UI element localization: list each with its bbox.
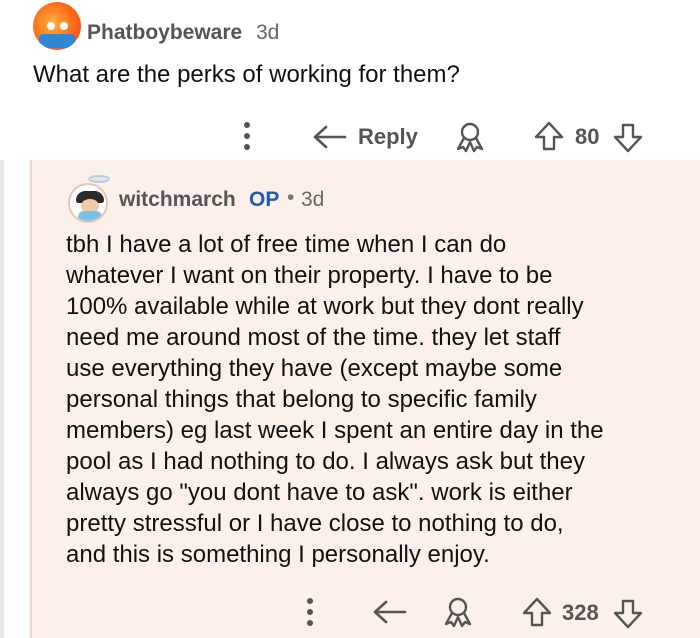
reply-text-line: need me around most of the time. they le… — [66, 324, 561, 351]
girl-avatar-icon[interactable] — [66, 175, 110, 225]
reply-arrow-icon[interactable] — [372, 599, 408, 625]
reply-text-line: 100% available while at work but they do… — [66, 293, 584, 320]
fire-mascot-avatar-icon[interactable] — [33, 2, 81, 50]
reply-arrow-icon[interactable] — [312, 124, 348, 150]
parent-username[interactable]: Phatboybeware — [87, 21, 242, 45]
parent-comment: Phatboybeware 3d What are the perks of w… — [0, 0, 700, 160]
thread-line[interactable] — [0, 160, 4, 638]
reply-text-line: tbh I have a lot of free time when I can… — [66, 231, 507, 258]
reply-text-line: use everything they have (except maybe s… — [66, 355, 563, 382]
reply-text-line: members) eg last week I spent an entire … — [66, 417, 604, 444]
reply-text-line: pool as I had nothing to do. I always as… — [66, 448, 585, 475]
op-badge: OP — [249, 188, 280, 211]
upvote-icon[interactable] — [533, 120, 565, 152]
reply-text-line: always go "you dont have to ask". work i… — [66, 479, 573, 506]
meta-separator: • — [287, 186, 295, 209]
more-options-icon[interactable] — [243, 122, 251, 152]
reply-comment-text: tbh I have a lot of free time when I can… — [66, 229, 686, 570]
award-icon[interactable] — [440, 596, 476, 628]
parent-score: 80 — [575, 124, 600, 149]
reply-username[interactable]: witchmarch — [119, 188, 236, 212]
more-options-icon[interactable] — [306, 598, 314, 628]
upvote-icon[interactable] — [521, 596, 553, 628]
reply-text-line: pretty stressful or I have close to noth… — [66, 510, 564, 537]
downvote-icon[interactable] — [612, 598, 644, 630]
award-icon[interactable] — [452, 121, 488, 153]
reply-text-line: personal things that belong to specific … — [66, 386, 537, 413]
parent-timestamp: 3d — [256, 21, 280, 44]
reply-score: 328 — [562, 600, 599, 625]
reply-text-line: whatever I want on their property. I hav… — [66, 262, 553, 289]
downvote-icon[interactable] — [612, 122, 644, 154]
reply-text-line: and this is something I personally enjoy… — [66, 541, 490, 568]
reply-timestamp: 3d — [301, 188, 325, 211]
parent-comment-text: What are the perks of working for them? — [33, 61, 460, 88]
reply-button[interactable]: Reply — [358, 124, 418, 150]
